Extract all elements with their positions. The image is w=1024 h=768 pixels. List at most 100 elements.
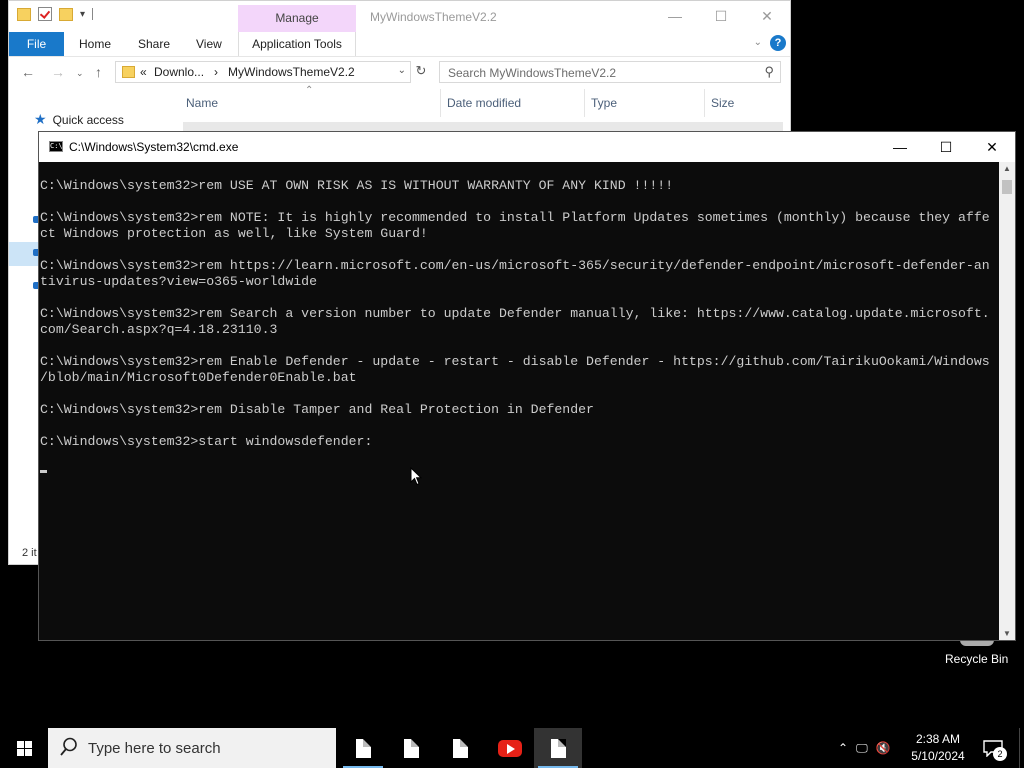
- address-folder-icon: [122, 66, 135, 78]
- tab-share[interactable]: Share: [138, 32, 170, 56]
- breadcrumb-downloads[interactable]: Downlo...: [154, 65, 204, 79]
- close-icon[interactable]: ✕: [744, 1, 790, 32]
- help-icon[interactable]: ?: [770, 35, 786, 51]
- forward-arrow-icon[interactable]: →: [51, 64, 65, 80]
- customize-toolbar-icon[interactable]: ▾: [80, 9, 85, 20]
- column-header-name[interactable]: Name: [186, 96, 218, 110]
- console-line: C:\Windows\system32>start windowsdefende…: [40, 434, 373, 449]
- breadcrumb-current-folder[interactable]: MyWindowsThemeV2.2: [228, 65, 355, 79]
- scroll-up-icon[interactable]: ▲: [1003, 164, 1011, 173]
- explorer-title-bar: ▾ Manage MyWindowsThemeV2.2 — ☐ ✕: [9, 1, 790, 32]
- console-line: C:\Windows\system32>rem NOTE: It is high…: [40, 210, 990, 225]
- system-tray: ⌃ 🖵 🔇: [838, 728, 891, 768]
- document-icon: [550, 738, 566, 758]
- start-button[interactable]: [0, 728, 48, 768]
- sort-ascending-icon: ⌃: [305, 85, 314, 96]
- cmd-window-controls: — ☐ ✕: [877, 132, 1015, 162]
- maximize-icon[interactable]: ☐: [698, 1, 744, 32]
- ribbon-tabs: File Home Share View Application Tools ⌄…: [9, 32, 790, 57]
- tab-view[interactable]: View: [196, 32, 222, 56]
- taskbar-clock[interactable]: 2:38 AM 5/10/2024: [906, 731, 970, 765]
- column-divider[interactable]: [584, 89, 585, 117]
- console-line: C:\Windows\system32>rem USE AT OWN RISK …: [40, 178, 674, 193]
- minimize-icon[interactable]: —: [877, 132, 923, 162]
- console-line: C:\Windows\system32>rem Enable Defender …: [40, 354, 990, 369]
- scroll-down-icon[interactable]: ▼: [1003, 629, 1011, 638]
- address-dropdown-icon[interactable]: ⌄: [398, 65, 406, 76]
- refresh-icon[interactable]: ↻: [412, 63, 430, 81]
- new-folder-icon[interactable]: [59, 7, 73, 21]
- explorer-title: MyWindowsThemeV2.2: [370, 10, 497, 24]
- column-divider[interactable]: [440, 89, 441, 117]
- search-icon: ⚲: [764, 64, 774, 79]
- console-scrollbar[interactable]: ▲ ▼: [999, 162, 1015, 640]
- column-header-size[interactable]: Size: [711, 96, 734, 110]
- taskbar-app-document-3[interactable]: [436, 728, 484, 768]
- document-icon: [355, 738, 371, 758]
- address-overflow[interactable]: «: [140, 65, 147, 79]
- show-hidden-icons-chevron-icon[interactable]: ⌃: [838, 741, 848, 755]
- tab-file[interactable]: File: [9, 32, 64, 56]
- clock-date: 5/10/2024: [911, 749, 965, 763]
- taskbar-app-document-1[interactable]: [339, 728, 387, 768]
- folder-icon[interactable]: [17, 7, 31, 21]
- cmd-window: C:\ C:\Windows\System32\cmd.exe — ☐ ✕ C:…: [38, 131, 1016, 641]
- recent-locations-icon[interactable]: ⌄: [76, 68, 84, 79]
- search-icon: [60, 737, 77, 756]
- expand-ribbon-icon[interactable]: ⌄: [754, 37, 762, 48]
- notification-count-badge: 2: [993, 747, 1007, 761]
- console-line: tivirus-updates?view=o365-worldwide: [40, 274, 317, 289]
- recycle-bin-label[interactable]: Recycle Bin: [945, 652, 1008, 666]
- properties-icon[interactable]: [38, 7, 52, 21]
- text-cursor: [40, 470, 47, 473]
- close-icon[interactable]: ✕: [969, 132, 1015, 162]
- manage-tab[interactable]: Manage: [238, 5, 356, 32]
- star-icon: ★: [34, 111, 47, 127]
- column-header-type[interactable]: Type: [591, 96, 617, 110]
- network-icon[interactable]: 🖵: [856, 741, 868, 756]
- console-line: C:\Windows\system32>rem Disable Tamper a…: [40, 402, 594, 417]
- mouse-pointer-icon: [410, 467, 422, 486]
- document-icon: [403, 738, 419, 758]
- explorer-search-box[interactable]: ⚲: [439, 61, 781, 83]
- back-arrow-icon[interactable]: ←: [21, 64, 35, 80]
- maximize-icon[interactable]: ☐: [923, 132, 969, 162]
- toolbar-divider: [92, 8, 94, 20]
- tab-application-tools[interactable]: Application Tools: [238, 32, 356, 56]
- clock-time: 2:38 AM: [915, 732, 961, 746]
- console-output[interactable]: C:\Windows\system32>rem USE AT OWN RISK …: [39, 162, 1001, 640]
- tab-home[interactable]: Home: [79, 32, 111, 56]
- item-count-status: 2 it: [22, 547, 37, 559]
- scroll-thumb[interactable]: [1002, 180, 1012, 194]
- taskbar-app-cmd[interactable]: [534, 728, 582, 768]
- taskbar-app-document-2[interactable]: [387, 728, 435, 768]
- volume-muted-icon[interactable]: 🔇: [876, 741, 891, 755]
- console-icon: C:\: [49, 141, 63, 152]
- address-bar[interactable]: « Downlo... › MyWindowsThemeV2.2 ⌄: [115, 61, 411, 83]
- console-line: ct Windows protection as well, like Syst…: [40, 226, 428, 241]
- show-desktop-button[interactable]: [1019, 728, 1024, 768]
- column-divider[interactable]: [704, 89, 705, 117]
- minimize-icon[interactable]: —: [652, 1, 698, 32]
- up-arrow-icon[interactable]: ↑: [95, 64, 102, 80]
- console-line: C:\Windows\system32>rem Search a version…: [40, 306, 990, 321]
- explorer-search-input[interactable]: [446, 64, 750, 82]
- explorer-window-controls: — ☐ ✕: [652, 1, 790, 32]
- column-header-date-modified[interactable]: Date modified: [447, 96, 521, 110]
- cmd-window-title: C:\Windows\System32\cmd.exe: [69, 140, 239, 154]
- taskbar-app-youtube[interactable]: [486, 728, 534, 768]
- navigation-bar: ← → ⌄ ↑ « Downlo... › MyWindowsThemeV2.2…: [9, 59, 790, 87]
- nav-pane-quick-access[interactable]: ★ Quick access: [34, 111, 124, 128]
- breadcrumb-separator: ›: [214, 65, 218, 79]
- quick-access-toolbar: ▾: [17, 7, 94, 21]
- windows-logo-icon: [16, 740, 32, 756]
- cmd-title-bar[interactable]: C:\ C:\Windows\System32\cmd.exe — ☐ ✕: [39, 132, 1015, 162]
- taskbar-search-box[interactable]: Type here to search: [48, 728, 336, 768]
- document-icon: [452, 738, 468, 758]
